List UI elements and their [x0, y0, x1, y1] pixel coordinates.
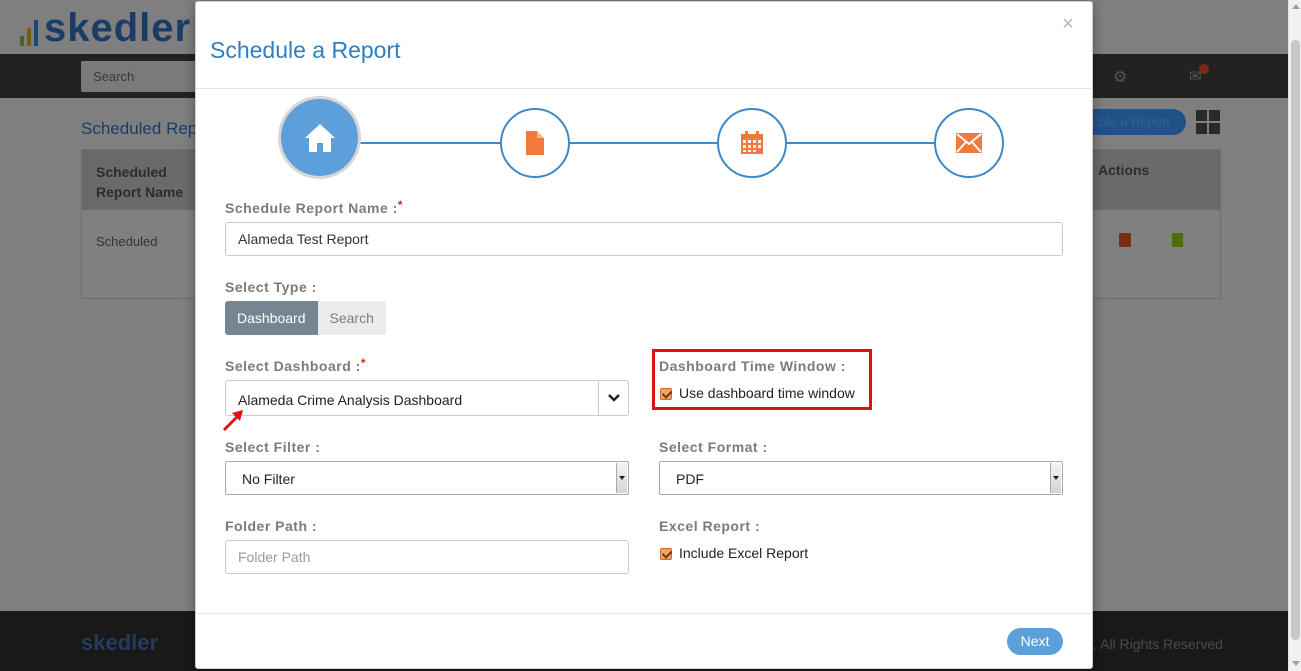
scroll-down-icon[interactable] [1292, 661, 1300, 666]
select-arrow-icon[interactable] [616, 463, 627, 493]
excel-report-checkbox[interactable] [660, 548, 672, 560]
select-dashboard-label-text: Select Dashboard : [225, 358, 361, 374]
format-select-value: PDF [676, 471, 704, 487]
report-name-label-text: Schedule Report Name : [225, 200, 398, 216]
close-icon[interactable]: × [1062, 14, 1074, 34]
report-name-label: Schedule Report Name :* [225, 198, 403, 216]
page-heading: Scheduled Repo [81, 119, 207, 138]
logo-bars-icon [20, 20, 38, 50]
scroll-up-icon[interactable] [1292, 4, 1300, 9]
notification-badge [1199, 64, 1209, 74]
filter-select[interactable]: No Filter [225, 461, 629, 495]
grid-view-icon[interactable] [1196, 110, 1220, 134]
wizard-step-email[interactable] [934, 108, 1004, 178]
calendar-icon [741, 131, 763, 154]
file-icon[interactable] [1172, 233, 1183, 247]
column-header-actions: Actions [1098, 162, 1150, 178]
footer-logo: skedler [81, 630, 159, 655]
format-select[interactable]: PDF [659, 461, 1063, 495]
excel-report-checkbox-label[interactable]: Include Excel Report [679, 545, 808, 561]
modal-footer-divider [196, 613, 1092, 614]
folder-path-input[interactable]: Folder Path [225, 540, 629, 574]
annotation-arrow-icon [222, 410, 243, 432]
delete-icon[interactable] [1119, 233, 1131, 247]
select-dashboard-label: Select Dashboard :* [225, 356, 366, 374]
footer-copyright: . All Rights Reserved [1093, 636, 1223, 652]
table-cell-name: Scheduled [96, 234, 158, 249]
select-filter-label: Select Filter : [225, 439, 321, 455]
required-mark: * [360, 356, 366, 370]
modal-header: Schedule a Report × [196, 2, 1092, 89]
annotation-highlight-box [652, 349, 872, 410]
select-arrow-icon[interactable] [1050, 463, 1061, 493]
scrollbar-thumb[interactable] [1291, 40, 1300, 640]
envelope-icon [956, 133, 982, 153]
select-format-label: Select Format : [659, 439, 768, 455]
filter-select-value: No Filter [242, 471, 295, 487]
excel-report-label: Excel Report : [659, 518, 761, 534]
gear-icon[interactable]: ⚙ [1113, 67, 1127, 87]
wizard-step-report[interactable] [500, 108, 570, 178]
wizard-step-home[interactable] [278, 96, 361, 179]
type-toggle-group: Dashboard Search [225, 301, 386, 335]
chevron-down-icon[interactable] [598, 381, 628, 415]
folder-path-label: Folder Path : [225, 518, 318, 534]
select-type-label: Select Type : [225, 279, 317, 295]
app-logo: skedler [20, 6, 191, 50]
wizard-progress-line [360, 142, 1000, 144]
type-search-button[interactable]: Search [317, 301, 386, 335]
app-logo-text: skedler [44, 6, 192, 50]
modal-title: Schedule a Report [210, 37, 401, 63]
wizard-step-schedule[interactable] [717, 108, 787, 178]
dashboard-select[interactable]: Alameda Crime Analysis Dashboard [225, 380, 629, 416]
document-icon [526, 131, 544, 155]
dashboard-select-value: Alameda Crime Analysis Dashboard [238, 392, 463, 408]
required-mark: * [397, 198, 403, 212]
column-header-name: Scheduled Report Name [96, 164, 184, 200]
home-icon [304, 123, 335, 152]
type-dashboard-button[interactable]: Dashboard [225, 301, 318, 335]
page-scrollbar[interactable] [1288, 0, 1301, 671]
report-name-input[interactable]: Alameda Test Report [225, 222, 1063, 256]
next-button[interactable]: Next [1007, 628, 1063, 655]
